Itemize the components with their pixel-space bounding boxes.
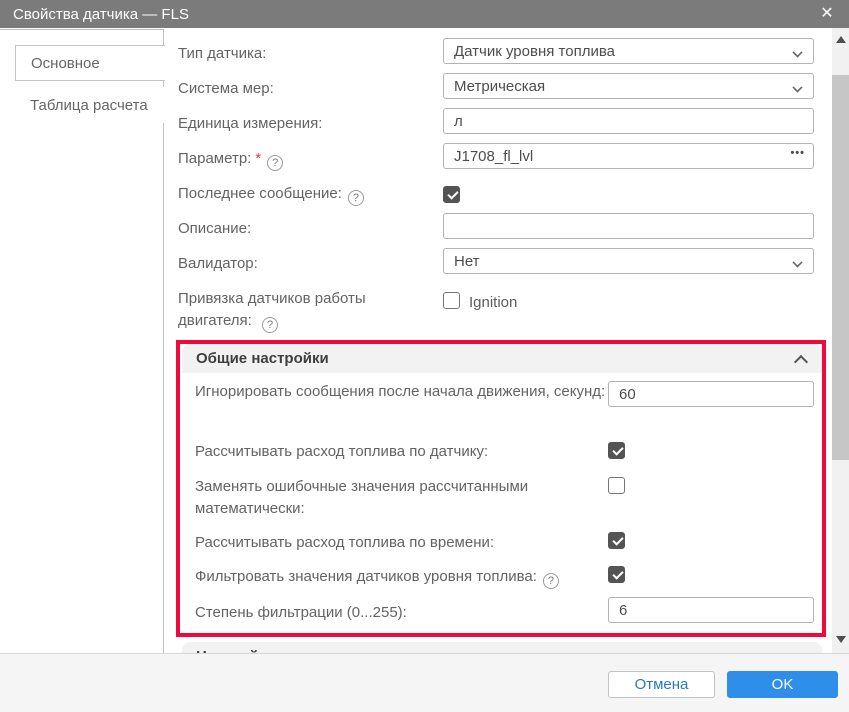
fuel-by-sensor-label: Рассчитывать расход топлива по датчику:	[195, 441, 610, 463]
filtration-degree-input[interactable]	[608, 597, 814, 623]
last-message-label: Последнее сообщение:?	[178, 183, 364, 206]
tab-list: Основное Таблица расчета	[0, 29, 164, 653]
filter-fls-label: Фильтровать значения датчиков уровня топ…	[195, 566, 615, 589]
cancel-button[interactable]: Отмена	[608, 671, 715, 698]
help-icon[interactable]: ?	[543, 573, 559, 589]
ignition-checkbox[interactable]	[443, 292, 460, 309]
measure-system-label: Система мер:	[178, 78, 274, 100]
ignore-after-motion-label: Игнорировать сообщения после начала движ…	[195, 381, 610, 403]
scroll-down-icon[interactable]	[836, 636, 846, 643]
parameter-field-wrap: •••	[443, 143, 814, 169]
required-asterisk: *	[255, 150, 261, 167]
parameter-label: Параметр:*?	[178, 148, 283, 171]
validator-label: Валидатор:	[178, 253, 258, 275]
ignition-checkbox-label: Ignition	[469, 294, 517, 311]
ignore-after-motion-input[interactable]	[608, 381, 814, 407]
chevron-down-icon	[793, 83, 801, 91]
unit-label: Единица измерения:	[178, 113, 322, 135]
sensor-type-value: Датчик уровня топлива	[454, 43, 615, 60]
help-icon[interactable]: ?	[267, 155, 283, 171]
description-input[interactable]	[443, 213, 814, 239]
description-label: Описание:	[178, 218, 251, 240]
sensor-type-label: Тип датчика:	[178, 43, 266, 65]
next-section-header: Настройки	[182, 642, 822, 653]
validator-select[interactable]: Нет	[443, 248, 814, 274]
replace-errors-label: Заменять ошибочные значения рассчитанным…	[195, 476, 595, 520]
parameter-more-button[interactable]: •••	[790, 147, 805, 159]
close-icon[interactable]: ✕	[815, 3, 839, 25]
measure-system-select[interactable]: Метрическая	[443, 73, 814, 99]
sensor-type-select[interactable]: Датчик уровня топлива	[443, 38, 814, 64]
dialog-footer: Отмена OK	[0, 653, 849, 712]
sensor-properties-dialog: Свойства датчика — FLS ✕ Основное Таблиц…	[0, 0, 849, 712]
replace-errors-checkbox[interactable]	[608, 477, 625, 494]
engine-binding-label: Привязка датчиков работы двигателя: ?	[178, 288, 426, 333]
filtration-degree-label: Степень фильтрации (0...255):	[195, 602, 610, 624]
dialog-title: Свойства датчика — FLS	[0, 6, 189, 23]
fuel-by-time-checkbox[interactable]	[608, 532, 625, 549]
dialog-titlebar: Свойства датчика — FLS ✕	[0, 0, 849, 28]
fuel-by-time-label: Рассчитывать расход топлива по времени:	[195, 532, 610, 554]
chevron-down-icon	[793, 48, 801, 56]
chevron-down-icon	[793, 258, 801, 266]
validator-value: Нет	[454, 253, 480, 270]
unit-input[interactable]	[443, 108, 814, 134]
help-icon[interactable]: ?	[262, 317, 278, 333]
last-message-checkbox[interactable]	[443, 186, 460, 203]
general-settings-title: Общие настройки	[182, 350, 329, 367]
vertical-scrollbar[interactable]	[832, 28, 849, 653]
general-settings-header: Общие настройки	[182, 344, 822, 373]
ok-button[interactable]: OK	[727, 671, 838, 698]
measure-system-value: Метрическая	[454, 78, 545, 95]
collapse-chevron-icon[interactable]	[796, 357, 806, 365]
scroll-up-icon[interactable]	[836, 36, 846, 43]
scrollbar-thumb[interactable]	[832, 75, 849, 460]
fuel-by-sensor-checkbox[interactable]	[608, 442, 625, 459]
tab-main[interactable]: Основное	[15, 45, 165, 81]
tab-calc-table[interactable]: Таблица расчета	[15, 87, 165, 123]
filter-fls-checkbox[interactable]	[608, 566, 625, 583]
help-icon[interactable]: ?	[348, 190, 364, 206]
parameter-input[interactable]	[443, 143, 814, 169]
